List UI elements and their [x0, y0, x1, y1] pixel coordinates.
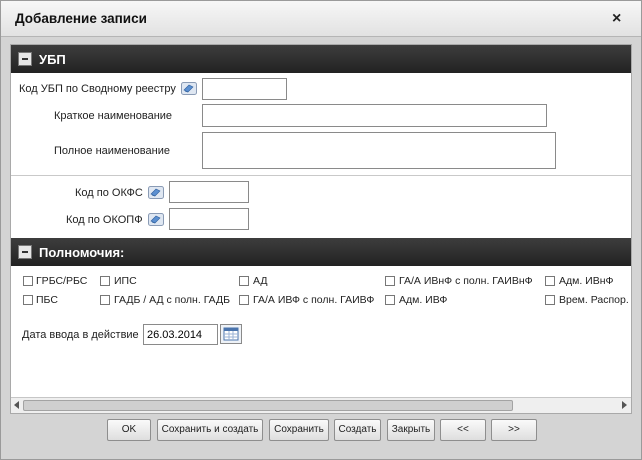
ok-button[interactable]: OK: [107, 419, 151, 441]
scroll-right-icon[interactable]: [622, 401, 627, 409]
dialog-body: УБП Код УБП по Сводному реестру Краткое …: [10, 44, 632, 414]
powers-section-header[interactable]: Полномочия:: [11, 238, 631, 266]
checkbox-label: Врем. Распор.: [559, 294, 629, 306]
prev-button[interactable]: <<: [440, 419, 486, 441]
checkbox-grbs-rbs[interactable]: [23, 276, 33, 286]
checkbox-temp-order[interactable]: [545, 295, 555, 305]
ubp-group: Код УБП по Сводному реестру Краткое наим…: [11, 74, 631, 176]
dialog-titlebar[interactable]: Добавление записи ×: [1, 1, 641, 37]
horizontal-scrollbar[interactable]: [11, 397, 631, 413]
create-button[interactable]: Создать: [334, 419, 381, 441]
checkbox-label: ГАДБ / АД с полн. ГАДБ: [114, 294, 231, 306]
close-icon[interactable]: ×: [612, 10, 621, 28]
checkbox-label: Адм. ИВнФ: [559, 275, 614, 287]
checkbox-adm-ivf[interactable]: [385, 295, 395, 305]
ubp-code-label: Код УБП по Сводному реестру: [19, 83, 176, 95]
calendar-icon[interactable]: [220, 324, 242, 344]
effective-date-label: Дата ввода в действие: [22, 329, 139, 341]
checkbox-label: ГРБС/РБС: [36, 275, 88, 287]
okfs-input[interactable]: [169, 181, 249, 203]
short-name-label: Краткое наименование: [54, 110, 173, 122]
full-name-input[interactable]: [202, 132, 556, 169]
next-button[interactable]: >>: [491, 419, 537, 441]
checkbox-label: ИПС: [114, 275, 137, 287]
collapse-icon[interactable]: [18, 52, 32, 66]
effective-date-input[interactable]: [143, 324, 218, 345]
scrollbar-thumb[interactable]: [23, 400, 513, 411]
checkbox-ips[interactable]: [100, 276, 110, 286]
reference-book-icon[interactable]: [148, 213, 164, 226]
powers-section-title: Полномочия:: [39, 245, 125, 260]
okopf-label: Код по ОКОПФ: [66, 214, 143, 226]
checkbox-ga-ivnf[interactable]: [385, 276, 395, 286]
scroll-left-icon[interactable]: [14, 401, 19, 409]
checkbox-gadb-ad[interactable]: [100, 295, 110, 305]
ubp-section-header[interactable]: УБП: [11, 45, 631, 73]
checkbox-label: ГА/А ИВнФ с полн. ГАИВнФ: [399, 275, 533, 287]
checkbox-ad[interactable]: [239, 276, 249, 286]
okfs-label: Код по ОКФС: [75, 187, 143, 199]
close-button[interactable]: Закрыть: [387, 419, 435, 441]
checkbox-label: АД: [253, 275, 268, 287]
save-button[interactable]: Сохранить: [269, 419, 329, 441]
checkbox-ga-ivf[interactable]: [239, 295, 249, 305]
short-name-input[interactable]: [202, 104, 547, 127]
checkbox-adm-ivnf[interactable]: [545, 276, 555, 286]
checkbox-pbs[interactable]: [23, 295, 33, 305]
ubp-section-title: УБП: [39, 52, 66, 67]
reference-book-icon[interactable]: [148, 186, 164, 199]
dialog-title: Добавление записи: [15, 11, 147, 26]
checkbox-label: ПБС: [36, 294, 58, 306]
okopf-input[interactable]: [169, 208, 249, 230]
checkbox-label: ГА/А ИВФ с полн. ГАИВФ: [253, 294, 375, 306]
reference-book-icon[interactable]: [181, 82, 197, 95]
collapse-icon[interactable]: [18, 245, 32, 259]
ubp-code-input[interactable]: [202, 78, 287, 100]
save-and-create-button[interactable]: Сохранить и создать: [157, 419, 263, 441]
full-name-label: Полное наименование: [54, 145, 170, 157]
add-record-dialog: Добавление записи × УБП Код УБП по Сводн…: [0, 0, 642, 460]
checkbox-label: Адм. ИВФ: [399, 294, 448, 306]
